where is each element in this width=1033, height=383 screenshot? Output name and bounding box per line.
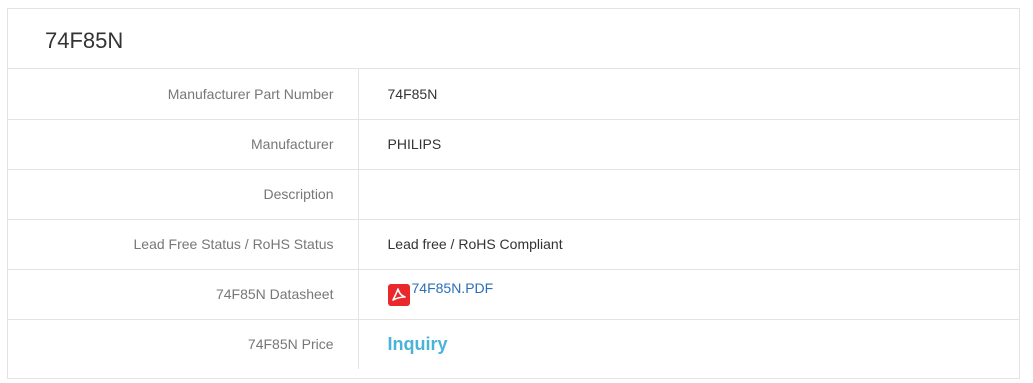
row-value: Lead free / RoHS Compliant: [358, 219, 1019, 270]
table-row: 74F85N Price Inquiry: [8, 319, 1019, 369]
row-label: 74F85N Price: [8, 319, 359, 369]
row-label: Description: [8, 169, 359, 220]
table-row: Manufacturer PHILIPS: [8, 119, 1019, 170]
row-label: Manufacturer Part Number: [8, 69, 359, 120]
table-row: Lead Free Status / RoHS Status Lead free…: [8, 219, 1019, 270]
inquiry-link[interactable]: Inquiry: [388, 334, 448, 354]
spec-table: Manufacturer Part Number 74F85N Manufact…: [8, 69, 1019, 369]
row-value: [358, 169, 1019, 220]
product-card: 74F85N Manufacturer Part Number 74F85N M…: [7, 8, 1020, 379]
table-row: Description: [8, 169, 1019, 220]
table-row: Manufacturer Part Number 74F85N: [8, 69, 1019, 120]
row-label: Manufacturer: [8, 119, 359, 170]
pdf-icon: [387, 283, 410, 306]
row-value: 74F85N.PDF: [358, 269, 1019, 320]
row-value: Inquiry: [358, 319, 1019, 369]
datasheet-link[interactable]: 74F85N.PDF: [387, 279, 494, 306]
row-label: Lead Free Status / RoHS Status: [8, 219, 359, 270]
row-value: PHILIPS: [358, 119, 1019, 170]
row-value: 74F85N: [358, 69, 1019, 120]
page-title: 74F85N: [8, 9, 1019, 69]
datasheet-link-text: 74F85N.PDF: [411, 279, 494, 296]
table-row: 74F85N Datasheet 74F85N.PDF: [8, 269, 1019, 320]
row-label: 74F85N Datasheet: [8, 269, 359, 320]
